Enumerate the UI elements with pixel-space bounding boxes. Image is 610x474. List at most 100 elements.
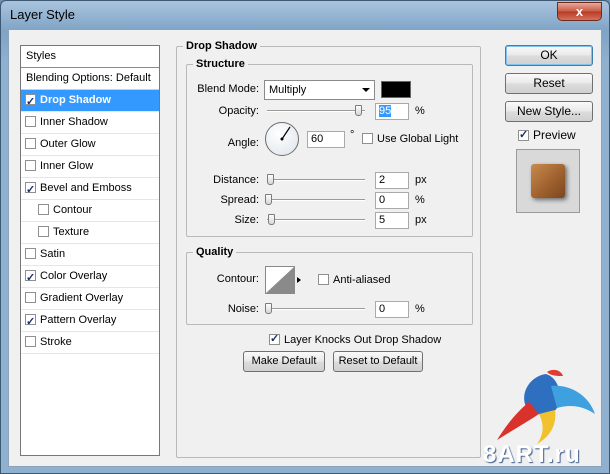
preview-swatch [531, 164, 565, 198]
opacity-slider-thumb[interactable] [355, 105, 362, 116]
style-item-checkbox[interactable] [38, 226, 49, 237]
noise-slider-thumb[interactable] [265, 303, 272, 314]
angle-input[interactable]: 60 [307, 131, 345, 148]
blend-mode-value: Multiply [269, 84, 307, 96]
style-item[interactable]: Stroke [21, 332, 159, 354]
distance-slider-thumb[interactable] [267, 174, 274, 185]
angle-label: Angle: [227, 137, 259, 149]
style-item[interactable]: Satin [21, 244, 159, 266]
distance-label: Distance: [213, 174, 259, 186]
reset-button[interactable]: Reset [505, 73, 593, 94]
style-item[interactable]: Gradient Overlay [21, 288, 159, 310]
chevron-down-icon [362, 88, 370, 92]
opacity-unit: % [415, 105, 425, 117]
style-item[interactable]: Drop Shadow [21, 90, 159, 113]
drop-shadow-title: Drop Shadow [183, 40, 260, 52]
drop-shadow-group: Drop Shadow Structure Blend Mode: Multip… [176, 40, 481, 458]
use-global-light-option[interactable]: Use Global Light [362, 133, 458, 145]
new-style-button[interactable]: New Style... [505, 101, 593, 122]
reset-to-default-button[interactable]: Reset to Default [333, 351, 423, 372]
style-item[interactable]: Inner Shadow [21, 112, 159, 134]
size-slider-thumb[interactable] [268, 214, 275, 225]
blending-options-item[interactable]: Blending Options: Default [21, 68, 159, 90]
close-button[interactable]: x [557, 2, 602, 21]
opacity-value: 95 [379, 105, 392, 117]
style-item-checkbox[interactable] [25, 138, 36, 149]
noise-slider-track[interactable] [267, 308, 365, 310]
angle-dial[interactable] [265, 122, 299, 156]
noise-input[interactable]: 0 [375, 301, 409, 318]
layer-knocks-out-checkbox[interactable] [269, 332, 280, 345]
preview-option[interactable]: Preview [518, 128, 576, 142]
style-item-checkbox[interactable] [25, 292, 36, 303]
style-item-checkbox[interactable] [25, 268, 36, 289]
style-item-checkbox[interactable] [25, 336, 36, 347]
quality-group: Quality Contour: Anti-aliased Noise: 0 % [186, 246, 473, 325]
blend-mode-select[interactable]: Multiply [264, 80, 375, 100]
opacity-input[interactable]: 95 [375, 103, 409, 120]
style-item-label: Color Overlay [40, 270, 108, 282]
contour-picker[interactable] [265, 266, 295, 294]
anti-aliased-option[interactable]: Anti-aliased [318, 274, 390, 286]
style-item-checkbox[interactable] [25, 92, 36, 113]
angle-value: 60 [311, 133, 324, 145]
structure-title: Structure [193, 58, 248, 70]
style-item-checkbox[interactable] [25, 180, 36, 201]
contour-dropdown-icon[interactable] [297, 277, 301, 283]
preview-checkbox[interactable] [518, 128, 529, 141]
style-item[interactable]: Inner Glow [21, 156, 159, 178]
layer-knocks-out-option[interactable]: Layer Knocks Out Drop Shadow [269, 332, 442, 346]
style-item-checkbox[interactable] [25, 116, 36, 127]
style-item-label: Inner Shadow [40, 116, 108, 128]
close-icon: x [575, 4, 584, 19]
ok-button[interactable]: OK [505, 45, 593, 66]
style-item-checkbox[interactable] [25, 248, 36, 259]
opacity-slider-track[interactable] [267, 110, 365, 112]
style-item-label: Gradient Overlay [40, 292, 124, 304]
style-item-checkbox[interactable] [25, 312, 36, 333]
quality-title: Quality [193, 246, 237, 258]
spread-label: Spread: [220, 194, 259, 206]
angle-unit: ° [350, 129, 355, 141]
style-item[interactable]: Texture [21, 222, 159, 244]
contour-label: Contour: [216, 273, 259, 285]
opacity-label: Opacity: [218, 105, 259, 117]
spread-slider-thumb[interactable] [265, 194, 272, 205]
size-slider-track[interactable] [267, 219, 365, 221]
style-item[interactable]: Bevel and Emboss [21, 178, 159, 201]
spread-slider-track[interactable] [267, 199, 365, 201]
distance-unit: px [415, 174, 427, 186]
style-item-label: Bevel and Emboss [40, 182, 132, 194]
style-item-checkbox[interactable] [25, 160, 36, 171]
style-item-label: Stroke [40, 336, 72, 348]
style-item[interactable]: Color Overlay [21, 266, 159, 289]
style-item[interactable]: Contour [21, 200, 159, 222]
use-global-light-label: Use Global Light [377, 133, 459, 145]
window-title: Layer Style [10, 7, 76, 22]
contour-linear-icon [266, 267, 294, 293]
use-global-light-checkbox[interactable] [362, 133, 373, 144]
style-item-label: Inner Glow [40, 160, 94, 172]
style-item-checkbox[interactable] [38, 204, 49, 215]
style-item[interactable]: Pattern Overlay [21, 310, 159, 333]
make-default-button[interactable]: Make Default [243, 351, 325, 372]
title-bar[interactable]: Layer Style x [1, 1, 609, 27]
layer-knocks-out-label: Layer Knocks Out Drop Shadow [284, 334, 442, 346]
style-item-label: Satin [40, 248, 66, 260]
distance-slider-track[interactable] [267, 179, 365, 181]
style-item-label: Contour [53, 204, 93, 216]
anti-aliased-label: Anti-aliased [333, 274, 391, 286]
anti-aliased-checkbox[interactable] [318, 274, 329, 285]
size-label: Size: [234, 214, 259, 226]
style-item-label: Pattern Overlay [40, 314, 117, 326]
shadow-color-swatch[interactable] [381, 81, 411, 98]
styles-header[interactable]: Styles [21, 46, 159, 68]
noise-unit: % [415, 303, 425, 315]
angle-dial-needle [280, 126, 291, 141]
noise-value: 0 [379, 303, 386, 315]
distance-input[interactable]: 2 [375, 172, 409, 189]
style-item[interactable]: Outer Glow [21, 134, 159, 156]
spread-input[interactable]: 0 [375, 192, 409, 209]
spread-unit: % [415, 194, 425, 206]
size-input[interactable]: 5 [375, 212, 409, 229]
